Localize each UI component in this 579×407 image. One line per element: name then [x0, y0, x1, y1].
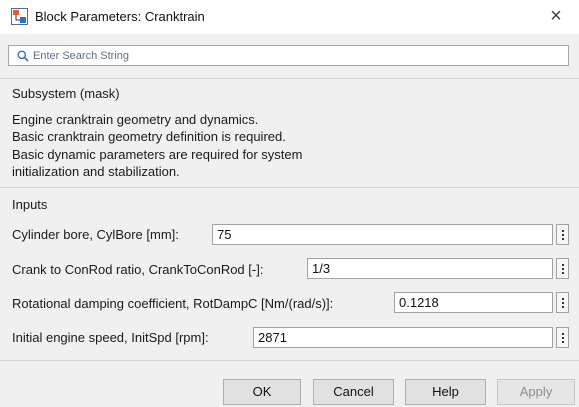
param-label-cranktoconrod: Crank to ConRod ratio, CrankToConRod [-]… [12, 262, 264, 277]
param-label-cylbore: Cylinder bore, CylBore [mm]: [12, 227, 179, 242]
ok-button[interactable]: OK [223, 379, 301, 405]
cylbore-more-icon[interactable] [556, 224, 569, 245]
search-box [8, 45, 569, 66]
divider [0, 187, 579, 188]
description-line: initialization and stabilization. [12, 163, 180, 179]
help-button[interactable]: Help [405, 379, 486, 405]
cranktoconrod-field[interactable] [307, 258, 553, 279]
rotdampc-more-icon[interactable] [556, 292, 569, 313]
initspd-more-icon[interactable] [556, 327, 569, 348]
subsystem-description: Engine cranktrain geometry and dynamics.… [12, 111, 532, 180]
description-line: Basic dynamic parameters are required fo… [12, 146, 303, 162]
subsystem-heading: Subsystem (mask) [12, 86, 120, 101]
initspd-field[interactable] [253, 327, 553, 348]
close-icon[interactable]: × [543, 3, 569, 29]
cylbore-field[interactable] [212, 224, 553, 245]
param-label-rotdampc: Rotational damping coefficient, RotDampC… [12, 296, 334, 311]
search-icon [17, 50, 29, 62]
description-line: Engine cranktrain geometry and dynamics. [12, 112, 259, 127]
inputs-heading: Inputs [12, 197, 48, 212]
divider [0, 360, 579, 361]
search-input[interactable] [31, 47, 555, 64]
cranktoconrod-more-icon[interactable] [556, 258, 569, 279]
block-parameters-icon [11, 8, 28, 25]
cancel-button[interactable]: Cancel [313, 379, 394, 405]
param-label-initspd: Initial engine speed, InitSpd [rpm]: [12, 330, 209, 345]
apply-button[interactable]: Apply [497, 379, 575, 405]
description-line: Basic cranktrain geometry definition is … [12, 129, 286, 145]
rotdampc-field[interactable] [394, 292, 553, 313]
window-title: Block Parameters: Cranktrain [35, 9, 205, 24]
title-bar: Block Parameters: Cranktrain × [0, 0, 579, 34]
divider [0, 78, 579, 79]
